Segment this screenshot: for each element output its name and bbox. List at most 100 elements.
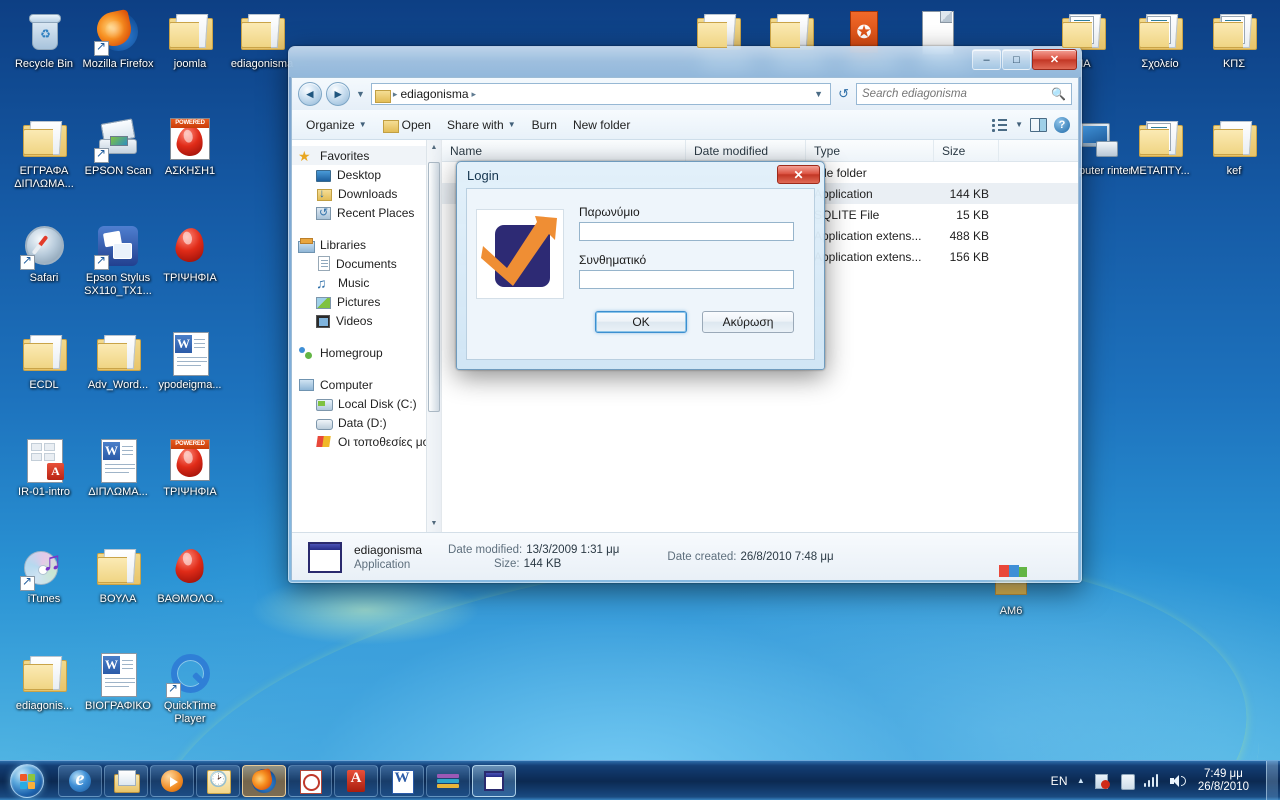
nav-item-music[interactable]: ♫ Music <box>292 273 441 292</box>
desktop-icon[interactable]: joomla <box>152 8 228 71</box>
navigation-scrollbar[interactable]: ▲ ▼ <box>426 140 441 532</box>
desktop-icon[interactable]: EPSON Scan <box>80 115 156 178</box>
close-button[interactable]: ✕ <box>1032 49 1077 70</box>
preview-pane-icon[interactable] <box>1030 117 1047 132</box>
taskbar[interactable]: EN ▲ 7:49 μμ 26/8/2010 <box>0 760 1280 800</box>
back-button[interactable]: ◂ <box>298 82 322 106</box>
desktop-icon[interactable]: Adv_Word... <box>80 329 156 392</box>
dialog-title-bar[interactable]: Login ✕ <box>457 162 824 188</box>
nav-item-documents[interactable]: Documents <box>292 254 441 273</box>
refresh-icon[interactable]: ↺ <box>835 86 852 102</box>
login-dialog[interactable]: Login ✕ Παρωνύμιο Συνθηματικό OK Ακύρωση <box>456 161 825 370</box>
show-desktop-button[interactable] <box>1266 760 1278 800</box>
desktop-icon[interactable]: Mozilla Firefox <box>80 8 156 71</box>
open-button[interactable]: Open <box>375 114 439 136</box>
nav-item-desktop[interactable]: Desktop <box>292 165 441 184</box>
taskbar-button-windows-explorer[interactable] <box>104 764 148 797</box>
nav-item-data-d[interactable]: Data (D:) <box>292 413 441 432</box>
taskbar-button-internet-explorer[interactable] <box>58 764 102 797</box>
taskbar-button-ediagonisma-app[interactable] <box>472 764 516 797</box>
dialog-close-button[interactable]: ✕ <box>777 165 820 184</box>
search-icon[interactable]: 🔍 <box>1051 87 1066 101</box>
nav-item-recent-places[interactable]: Recent Places <box>292 203 441 222</box>
desktop-icon[interactable]: W ΒΙΟΓΡΑΦΙΚΟ <box>80 650 156 713</box>
start-button[interactable] <box>2 762 52 800</box>
desktop-icon[interactable]: ΤΡΙΨΗΦΙΑ <box>152 222 228 285</box>
scroll-up-arrow[interactable]: ▲ <box>427 140 441 156</box>
action-center-icon[interactable] <box>1119 773 1135 790</box>
scroll-down-arrow[interactable]: ▼ <box>427 516 441 532</box>
nav-item-computer[interactable]: Computer <box>292 375 441 394</box>
breadcrumb-current[interactable]: ediagonisma <box>400 87 468 101</box>
volume-icon[interactable] <box>1169 773 1186 789</box>
search-input[interactable] <box>862 88 1048 100</box>
address-dropdown-caret[interactable]: ▼ <box>810 89 827 99</box>
ok-button[interactable]: OK <box>595 311 687 333</box>
desktop-icon[interactable]: ♻ Recycle Bin <box>6 8 82 71</box>
nav-item-pictures[interactable]: Pictures <box>292 292 441 311</box>
language-indicator[interactable]: EN <box>1051 774 1068 788</box>
search-box[interactable]: 🔍 <box>856 83 1072 105</box>
scrollbar-thumb[interactable] <box>428 162 440 412</box>
clock[interactable]: 7:49 μμ 26/8/2010 <box>1194 768 1253 794</box>
window-title-bar[interactable]: – □ ✕ <box>289 47 1081 77</box>
nav-item-local-disk-c[interactable]: Local Disk (C:) <box>292 394 441 413</box>
cancel-button[interactable]: Ακύρωση <box>702 311 794 333</box>
recent-pages-caret[interactable]: ▼ <box>354 89 367 99</box>
organize-button[interactable]: Organize ▼ <box>298 114 375 136</box>
new-folder-button[interactable]: New folder <box>565 114 638 136</box>
column-header-name[interactable]: Name <box>442 140 686 161</box>
pdf-icon <box>343 768 369 794</box>
desktop-icon[interactable]: ΕΓΓΡΑΦΑ ΔΙΠΛΩΜΑ... <box>6 115 82 191</box>
view-options-icon[interactable] <box>992 118 1008 132</box>
desktop-icon[interactable]: ΒΟΥΛΑ <box>80 543 156 606</box>
forward-button[interactable]: ▸ <box>326 82 350 106</box>
maximize-button[interactable]: □ <box>1002 49 1031 70</box>
desktop-icon[interactable]: POWERED BY ΑΣΚΗΣΗ1 <box>152 115 228 178</box>
desktop-icon[interactable]: A IR-01-intro <box>6 436 82 499</box>
column-header-size[interactable]: Size <box>934 140 999 161</box>
help-icon[interactable]: ? <box>1054 116 1070 133</box>
taskbar-button-winrar[interactable] <box>426 764 470 797</box>
nav-item-videos[interactable]: Videos <box>292 311 441 330</box>
column-header-type[interactable]: Type <box>806 140 934 161</box>
username-input[interactable] <box>579 222 794 241</box>
desktop-icon[interactable]: ECDL <box>6 329 82 392</box>
minimize-button[interactable]: – <box>972 49 1001 70</box>
desktop-icon[interactable]: ΜΕΤΑΠΤΥ... <box>1122 115 1198 178</box>
desktop-icon[interactable]: kef <box>1196 115 1272 178</box>
taskbar-button-windows-media-player[interactable] <box>150 764 194 797</box>
desktop-icon[interactable]: POWERED BY ΤΡΙΨΗΦΙΑ <box>152 436 228 499</box>
nav-item-favorites[interactable]: ★ Favorites <box>292 146 441 165</box>
desktop-icon[interactable]: ΒΑΘΜΟΛΟ... <box>152 543 228 606</box>
network-icon[interactable] <box>1094 773 1110 789</box>
burn-button[interactable]: Burn <box>524 114 565 136</box>
nav-item-homegroup[interactable]: Homegroup <box>292 343 441 362</box>
address-bar[interactable]: ▸ ediagonisma ▸ ▼ <box>370 83 832 105</box>
nav-item-[interactable]: Οι τοποθεσίες μο <box>292 432 441 451</box>
taskbar-button-word[interactable] <box>380 764 424 797</box>
password-input[interactable] <box>579 270 794 289</box>
desktop-icon[interactable]: W ΔΙΠΛΩΜΑ... <box>80 436 156 499</box>
taskbar-button-outlook[interactable] <box>196 764 240 797</box>
desktop-icon[interactable]: Wypodeigma... <box>152 329 228 392</box>
desktop-icon[interactable]: Epson Stylus SX110_TX1... <box>80 222 156 298</box>
taskbar-button-firefox[interactable] <box>242 764 286 797</box>
chevron-down-icon[interactable]: ▼ <box>1015 120 1023 129</box>
desktop-icon[interactable]: ♫ iTunes <box>6 543 82 606</box>
desktop-icon-label: Σχολείο <box>1141 58 1179 70</box>
desktop-icon[interactable]: QuickTime Player <box>152 650 228 726</box>
signal-icon[interactable] <box>1143 773 1160 789</box>
share-with-button[interactable]: Share with ▼ <box>439 114 524 136</box>
breadcrumb-separator[interactable]: ▸ <box>472 89 477 100</box>
column-header-date-modified[interactable]: Date modified <box>686 140 806 161</box>
desktop-icon[interactable]: Safari <box>6 222 82 285</box>
nav-item-libraries[interactable]: Libraries <box>292 235 441 254</box>
taskbar-button-adobe-reader[interactable] <box>334 764 378 797</box>
desktop-icon[interactable]: ΚΠΣ <box>1196 8 1272 71</box>
taskbar-button-powerpoint[interactable] <box>288 764 332 797</box>
show-hidden-icons-button[interactable]: ▲ <box>1077 776 1085 785</box>
desktop-icon[interactable]: Σχολείο <box>1122 8 1198 71</box>
nav-item-downloads[interactable]: Downloads <box>292 184 441 203</box>
desktop-icon[interactable]: ediagonis... <box>6 650 82 713</box>
